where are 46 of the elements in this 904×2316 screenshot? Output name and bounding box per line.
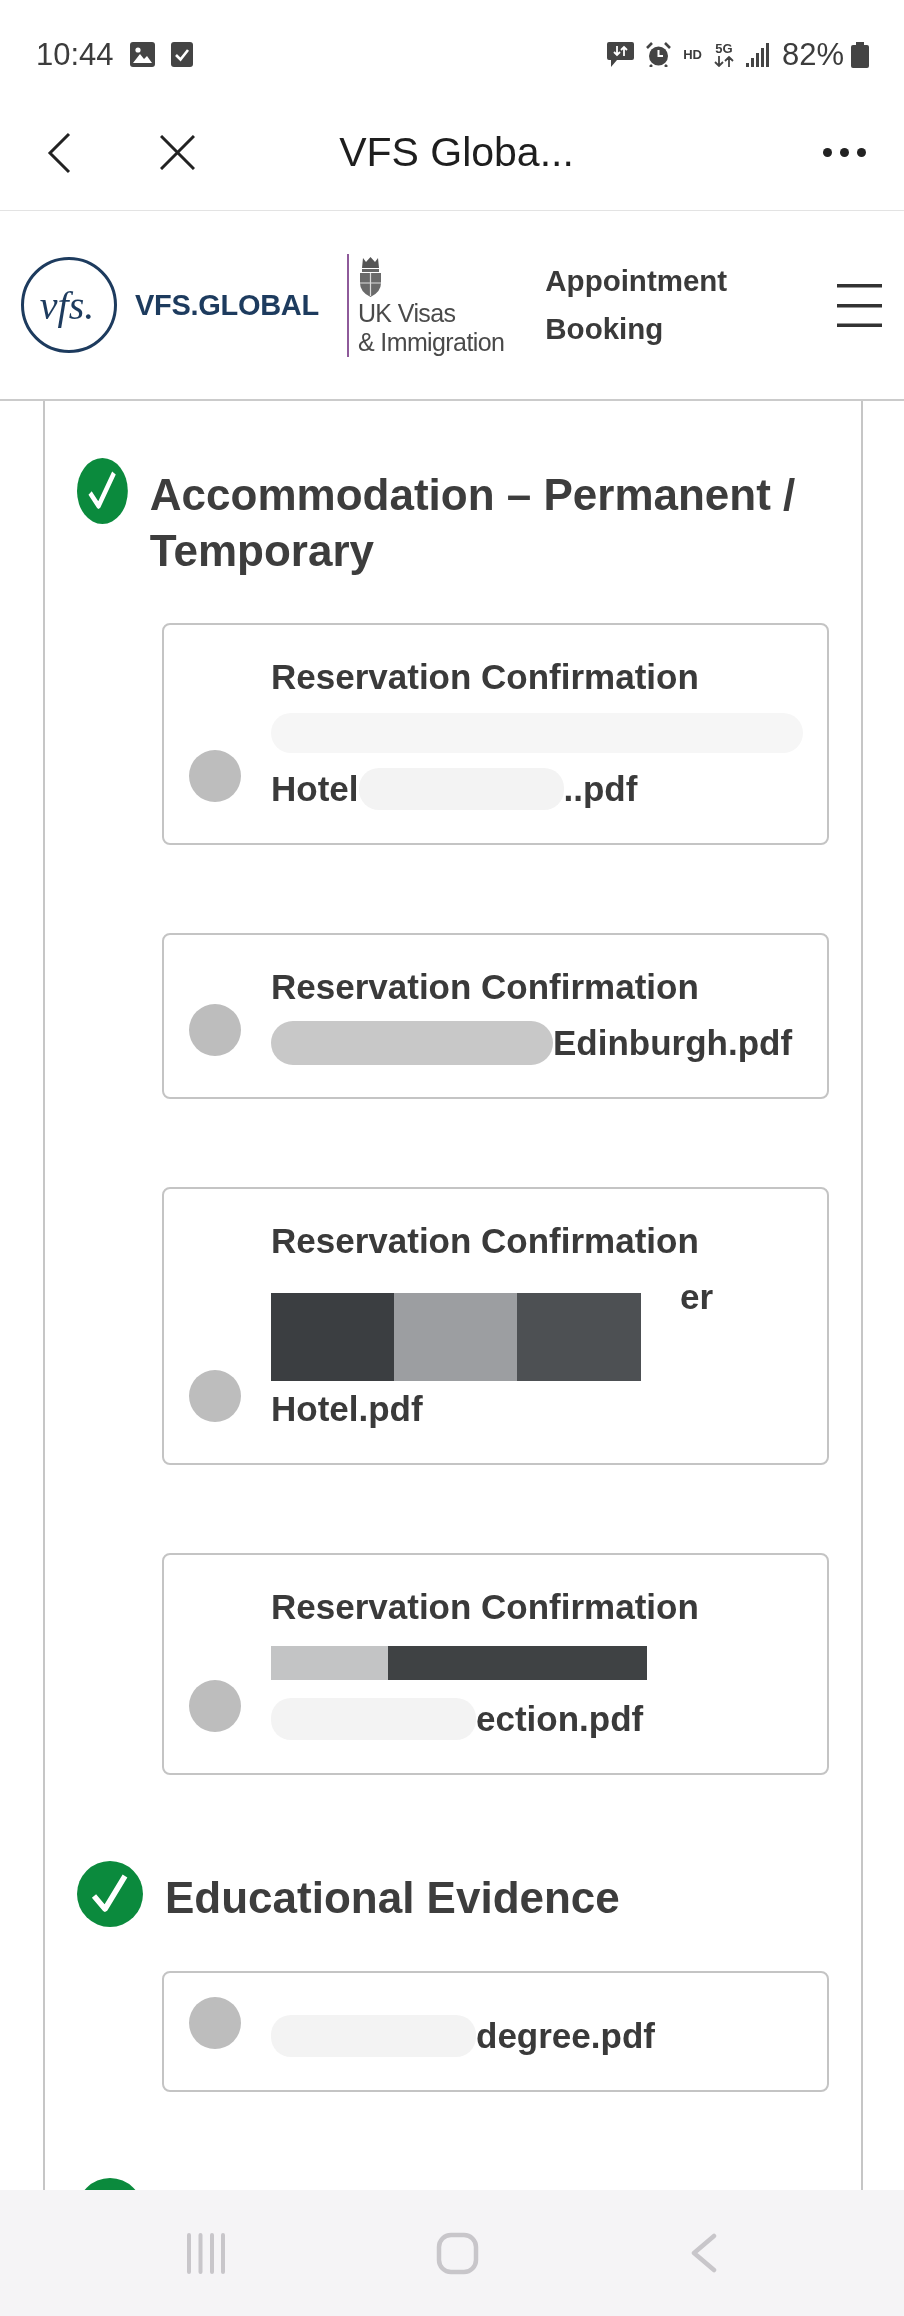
document-title: Reservation Confirmation: [271, 1220, 699, 1262]
radio-button[interactable]: [189, 1997, 241, 2049]
file-name: ..pdf: [563, 768, 638, 810]
site-title: Appointment Booking: [545, 263, 729, 347]
document-title: Reservation Confirmation: [271, 656, 699, 698]
section-title: Educational Evidence: [165, 1872, 620, 1924]
document-option[interactable]: Reservation Confirmation Hotel ..pdf: [162, 623, 829, 845]
back-icon[interactable]: [47, 131, 71, 174]
crest-icon: [357, 255, 383, 297]
logo-mark[interactable]: vfs.: [21, 257, 117, 353]
battery-icon: [851, 41, 869, 68]
data-arrows-icon: [713, 56, 734, 67]
file-name: Hotel: [271, 768, 359, 810]
document-option[interactable]: Reservation Confirmation er Hotel.pdf: [162, 1187, 829, 1465]
alarm-icon: [646, 42, 672, 67]
radio-button[interactable]: [189, 1680, 241, 1732]
network-label: 5G: [715, 42, 733, 55]
file-name: Hotel.pdf: [271, 1388, 423, 1430]
document-title: Reservation Confirmation: [271, 1586, 699, 1628]
document-option[interactable]: degree.pdf: [162, 1971, 829, 2092]
hd-label: HD: [683, 48, 702, 61]
checkbox-icon: [170, 42, 193, 67]
home-icon[interactable]: [436, 2231, 479, 2275]
menu-icon[interactable]: [837, 283, 882, 327]
message-icon: [607, 42, 635, 67]
close-icon[interactable]: [160, 135, 195, 170]
document-option[interactable]: Reservation Confirmation Edinburgh.pdf: [162, 933, 829, 1099]
battery-percent: 82%: [781, 39, 844, 70]
clock-time: 10:44: [36, 39, 114, 70]
radio-button[interactable]: [189, 1370, 241, 1422]
logo-wordmark[interactable]: VFS.GLOBAL: [135, 288, 319, 322]
file-name: degree.pdf: [476, 2015, 655, 2057]
agency-name: UK Visas & Immigration: [357, 298, 505, 357]
section-title: Accommodation – Permanent / Temporary: [149, 469, 797, 577]
file-name: er: [680, 1276, 714, 1318]
radio-button[interactable]: [189, 1004, 241, 1056]
signal-icon: [745, 42, 770, 67]
file-name: Edinburgh.pdf: [553, 1022, 793, 1064]
recent-apps-icon[interactable]: [186, 2232, 226, 2274]
document-title: Reservation Confirmation: [271, 966, 699, 1008]
more-icon[interactable]: [823, 148, 866, 157]
radio-button[interactable]: [189, 750, 241, 802]
file-name: ection.pdf: [476, 1698, 644, 1740]
page-title: VFS Globa...: [339, 129, 574, 176]
image-icon: [129, 42, 155, 67]
document-option[interactable]: Reservation Confirmation ection.pdf: [162, 1553, 829, 1775]
